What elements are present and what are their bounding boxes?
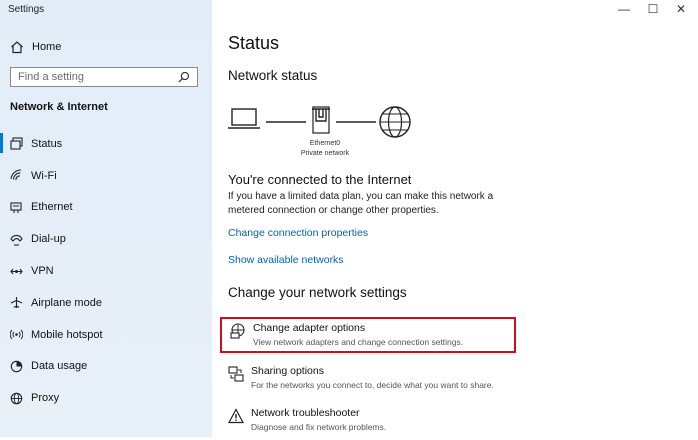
sidebar-item-label: Mobile hotspot [31, 328, 103, 341]
search-box[interactable] [10, 67, 198, 87]
option-title: Network troubleshooter [251, 407, 360, 419]
option-title: Sharing options [251, 365, 324, 377]
option-description: Diagnose and fix network problems. [251, 422, 387, 432]
connected-heading: You're connected to the Internet [228, 172, 412, 187]
search-input[interactable] [11, 70, 179, 84]
minimize-button[interactable]: — [615, 2, 633, 16]
window-title: Settings [8, 4, 45, 15]
sidebar-item-airplane-mode[interactable]: Airplane mode [0, 287, 212, 319]
option-description: View network adapters and change connect… [253, 337, 464, 347]
sidebar-item-mobile-hotspot[interactable]: Mobile hotspot [0, 319, 212, 351]
home-nav-item[interactable]: Home [10, 38, 61, 56]
adapter-icon [230, 323, 245, 339]
network-type: Private network [300, 150, 350, 157]
sidebar-item-label: VPN [31, 265, 54, 278]
sidebar: Settings Home Network & Internet Status … [0, 0, 212, 437]
change-settings-heading: Change your network settings [228, 285, 407, 300]
show-available-networks-link[interactable]: Show available networks [228, 254, 344, 266]
sidebar-item-dialup[interactable]: Dial-up [0, 223, 212, 255]
maximize-button[interactable]: ☐ [644, 2, 662, 16]
adapter-name: Ethernet0 [309, 140, 341, 147]
sharing-icon [228, 366, 244, 382]
proxy-icon [10, 392, 23, 405]
search-icon[interactable] [178, 71, 190, 83]
sidebar-item-vpn[interactable]: VPN [0, 255, 212, 287]
airplane-icon [10, 297, 23, 309]
sidebar-item-data-usage[interactable]: Data usage [0, 351, 212, 383]
close-button[interactable]: ✕ [672, 2, 690, 16]
sidebar-item-label: Data usage [31, 360, 88, 373]
home-label: Home [32, 41, 62, 53]
sidebar-item-label: Ethernet [31, 201, 73, 214]
status-icon [10, 137, 23, 150]
sidebar-item-label: Status [31, 137, 63, 150]
sidebar-item-label: Airplane mode [31, 296, 102, 309]
sidebar-item-label: Dial-up [31, 233, 66, 246]
sidebar-nav: Status Wi-Fi Ethernet Dial-up VPN Airpla… [0, 128, 212, 414]
option-title: Change adapter options [253, 322, 366, 334]
vpn-icon [10, 268, 23, 274]
network-troubleshooter[interactable]: Network troubleshooter Diagnose and fix … [220, 404, 516, 440]
sharing-options[interactable]: Sharing options For the networks you con… [220, 362, 516, 398]
home-icon [11, 41, 23, 54]
page-title: Status [228, 33, 280, 53]
sidebar-item-proxy[interactable]: Proxy [0, 382, 212, 414]
change-connection-properties-link[interactable]: Change connection properties [228, 227, 368, 239]
hotspot-icon [10, 329, 23, 340]
sidebar-item-ethernet[interactable]: Ethernet [0, 192, 212, 224]
ethernet-port-icon [312, 106, 330, 134]
dialup-icon [10, 234, 23, 246]
globe-icon [379, 106, 411, 138]
change-adapter-options[interactable]: Change adapter options View network adap… [220, 317, 516, 353]
wifi-icon [10, 169, 22, 181]
sidebar-item-status[interactable]: Status [0, 128, 212, 160]
warning-icon [228, 408, 244, 424]
data-usage-icon [10, 360, 23, 373]
sidebar-item-label: Wi-Fi [31, 169, 57, 182]
sidebar-item-label: Proxy [31, 392, 60, 405]
connected-description: If you have a limited data plan, you can… [228, 191, 494, 216]
section-title: Network & Internet [10, 101, 108, 113]
network-status-heading: Network status [228, 68, 318, 83]
sidebar-item-wifi[interactable]: Wi-Fi [0, 160, 212, 192]
ethernet-icon [10, 202, 22, 213]
option-description: For the networks you connect to, decide … [251, 380, 494, 390]
main-content: — ☐ ✕ Status Network status Ethernet0 Pr… [212, 0, 698, 437]
laptop-icon [228, 108, 260, 129]
